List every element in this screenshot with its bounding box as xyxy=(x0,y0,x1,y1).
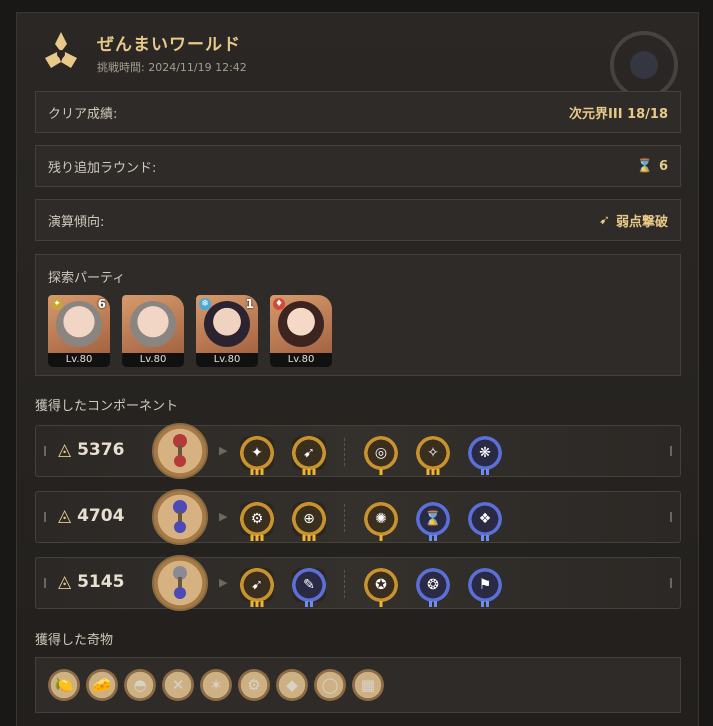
component-icon[interactable]: ❂ xyxy=(416,568,450,607)
clear-result-label: クリア成績: xyxy=(48,106,118,122)
component-icon[interactable]: ➹ xyxy=(240,568,274,607)
clockwork-logo-icon xyxy=(45,32,77,68)
component-row: ◬ 5145 ▶ ➹ ✎ ✪ ❂ ⚑ xyxy=(35,555,681,611)
party-member-4[interactable]: ♦ Lv.80 xyxy=(270,295,332,367)
result-panel: ぜんまいワールド 挑戦時間: 2024/11/19 12:42 クリア成績: 次… xyxy=(16,12,699,726)
character-level: Lv.80 xyxy=(122,353,184,367)
curio-cheese-icon[interactable]: 🧀 xyxy=(86,669,118,701)
character-portrait-red-bow xyxy=(278,301,324,347)
remaining-rounds-value: ⌛ 6 xyxy=(636,158,668,174)
component-icon[interactable]: ⌛ xyxy=(416,502,450,541)
weakness-break-icon: ➹ xyxy=(599,212,610,228)
component-icon[interactable]: ✧ xyxy=(416,436,450,475)
component-score: ◬ 5145 xyxy=(58,572,125,592)
calc-tendency-value: ➹ 弱点撃破 xyxy=(599,212,668,230)
character-level: Lv.80 xyxy=(270,353,332,367)
fire-element-icon: ♦ xyxy=(273,298,285,310)
curios-label: 獲得した奇物 xyxy=(35,633,114,648)
curio-lemon-icon[interactable]: 🍋 xyxy=(48,669,80,701)
character-level: Lv.80 xyxy=(48,353,110,367)
character-portrait-white-hair xyxy=(130,301,176,347)
curios-list: 🍋 🧀 ◓ ✕ ✶ ⚙ ◆ ◯ ▦ xyxy=(35,657,681,713)
eidolon-count: 1 xyxy=(245,297,254,311)
hourglass-icon: ⌛ xyxy=(636,158,653,174)
character-portrait-silver-hair xyxy=(56,301,102,347)
clear-result-value: 次元界III 18/18 xyxy=(569,106,668,122)
element-icon: ✦ xyxy=(51,298,63,310)
component-score: ◬ 5376 xyxy=(58,440,125,460)
component-icon[interactable]: ◎ xyxy=(364,436,398,475)
character-level: Lv.80 xyxy=(196,353,258,367)
component-icon[interactable]: ❖ xyxy=(468,502,502,541)
curio-cog-icon[interactable]: ⚙ xyxy=(238,669,270,701)
curio-crystal-icon[interactable]: ◆ xyxy=(276,669,308,701)
main-component-icon[interactable] xyxy=(152,489,208,545)
component-row: ◬ 5376 ▶ ✦ ➹ ◎ ✧ ❋ xyxy=(35,423,681,479)
party-member-1[interactable]: ✦ 6 Lv.80 xyxy=(48,295,110,367)
arrow-icon: ▶ xyxy=(219,510,228,523)
component-icon[interactable]: ⚙ xyxy=(240,502,274,541)
character-portrait-dark-hair xyxy=(204,301,250,347)
remaining-rounds-row: 残り追加ラウンド: ⌛ 6 xyxy=(35,145,681,187)
clear-result-row: クリア成績: 次元界III 18/18 xyxy=(35,91,681,133)
components-label: 獲得したコンポーネント xyxy=(35,399,179,414)
eidolon-count: 6 xyxy=(97,297,106,311)
score-icon: ◬ xyxy=(58,440,72,460)
score-icon: ◬ xyxy=(58,506,72,526)
curio-sparkle-icon[interactable]: ✶ xyxy=(200,669,232,701)
main-component-icon[interactable] xyxy=(152,423,208,479)
ice-element-icon: ❄ xyxy=(199,298,211,310)
page-title: ぜんまいワールド xyxy=(97,34,241,55)
arrow-icon: ▶ xyxy=(219,444,228,457)
score-icon: ◬ xyxy=(58,572,72,592)
curio-bandage-icon[interactable]: ✕ xyxy=(162,669,194,701)
remaining-rounds-label: 残り追加ラウンド: xyxy=(48,160,157,176)
party-member-3[interactable]: ❄ 1 Lv.80 xyxy=(196,295,258,367)
component-icon[interactable]: ➹ xyxy=(292,436,326,475)
component-icon[interactable]: ✺ xyxy=(364,502,398,541)
component-icon[interactable]: ✪ xyxy=(364,568,398,607)
main-component-icon[interactable] xyxy=(152,555,208,611)
component-icon[interactable]: ✎ xyxy=(292,568,326,607)
calc-tendency-row: 演算傾向: ➹ 弱点撃破 xyxy=(35,199,681,241)
component-score: ◬ 4704 xyxy=(58,506,125,526)
curio-cake-icon[interactable]: ◓ xyxy=(124,669,156,701)
component-row: ◬ 4704 ▶ ⚙ ⊕ ✺ ⌛ ❖ xyxy=(35,489,681,545)
challenge-time: 挑戦時間: 2024/11/19 12:42 xyxy=(97,60,247,74)
arrow-icon: ▶ xyxy=(219,576,228,589)
header: ぜんまいワールド 挑戦時間: 2024/11/19 12:42 xyxy=(37,27,247,77)
party-member-2[interactable]: Lv.80 xyxy=(122,295,184,367)
component-icon[interactable]: ✦ xyxy=(240,436,274,475)
curio-book-icon[interactable]: ▦ xyxy=(352,669,384,701)
component-icon[interactable]: ⚑ xyxy=(468,568,502,607)
curio-ring-icon[interactable]: ◯ xyxy=(314,669,346,701)
party-title: 探索パーティ xyxy=(48,271,126,286)
party-section: 探索パーティ ✦ 6 Lv.80 Lv.80 ❄ 1 Lv.80 ♦ Lv.80 xyxy=(35,254,681,376)
component-icon[interactable]: ❋ xyxy=(468,436,502,475)
component-icon[interactable]: ⊕ xyxy=(292,502,326,541)
calc-tendency-label: 演算傾向: xyxy=(48,214,105,230)
